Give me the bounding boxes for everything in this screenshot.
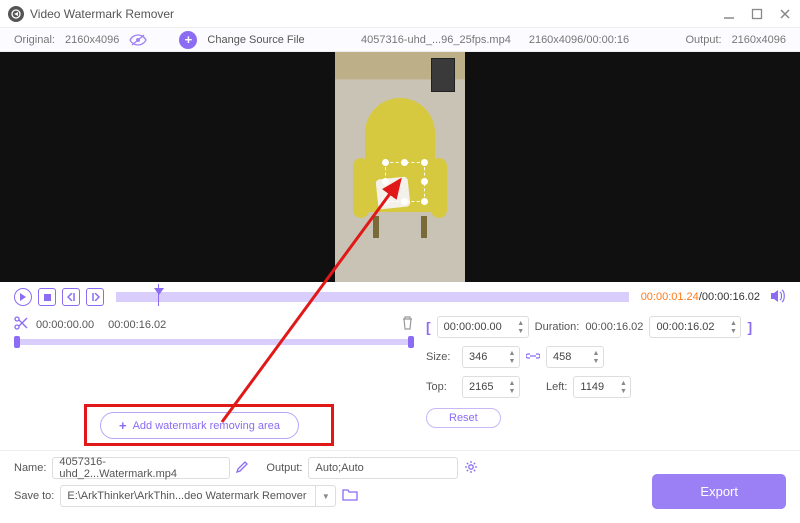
area-end-input[interactable]: ▲▼ (649, 316, 741, 338)
plus-icon: + (119, 418, 127, 433)
app-logo (8, 6, 24, 22)
output-format-field[interactable]: Auto;Auto (308, 457, 458, 479)
original-resolution: 2160x4096 (65, 34, 119, 46)
timeline-scrubber[interactable] (116, 292, 629, 302)
range-end: 00:00:16.02 (108, 319, 166, 331)
output-fmt-label: Output: (266, 462, 302, 474)
app-title: Video Watermark Remover (30, 7, 174, 21)
timecode: 00:00:01.24/00:00:16.02 (641, 291, 760, 303)
size-width-input[interactable]: ▲▼ (462, 346, 520, 368)
saveto-path-field[interactable]: E:\ArkThinker\ArkThin...deo Watermark Re… (60, 485, 316, 507)
name-label: Name: (14, 462, 46, 474)
range-open-bracket-icon[interactable]: [ (426, 319, 431, 335)
step-forward-button[interactable] (86, 288, 104, 306)
maximize-button[interactable] (750, 7, 764, 21)
scissors-icon (14, 316, 28, 333)
top-input[interactable]: ▲▼ (462, 376, 520, 398)
current-time: 00:00:01.24 (641, 291, 699, 303)
volume-icon[interactable] (770, 289, 786, 306)
left-label: Left: (546, 381, 567, 393)
output-settings-icon[interactable] (464, 460, 478, 477)
player-controls: 00:00:01.24/00:00:16.02 (0, 282, 800, 312)
minimize-button[interactable] (722, 7, 736, 21)
export-button[interactable]: Export (652, 474, 786, 509)
watermark-list-pane: 00:00:00.00 00:00:16.02 + Add watermark … (14, 316, 414, 436)
original-label: Original: (14, 34, 55, 46)
info-bar: Original: 2160x4096 + Change Source File… (0, 28, 800, 52)
area-properties-pane: [ ▲▼ Duration:00:00:16.02 ▲▼ ] Size: ▲▼ … (426, 316, 786, 436)
range-handle-left[interactable] (14, 336, 20, 348)
duration-value: 00:00:16.02 (585, 321, 643, 333)
video-frame (335, 52, 465, 282)
saveto-dropdown-icon[interactable]: ▼ (316, 485, 336, 507)
size-height-input[interactable]: ▲▼ (546, 346, 604, 368)
open-folder-icon[interactable] (342, 488, 358, 504)
range-bar[interactable] (14, 339, 414, 345)
add-watermark-area-button[interactable]: + Add watermark removing area (100, 412, 299, 439)
add-area-label: Add watermark removing area (133, 420, 280, 432)
duration-label: Duration: (535, 321, 580, 333)
total-time: 00:00:16.02 (702, 291, 760, 303)
video-preview[interactable] (0, 52, 800, 282)
preview-eye-icon[interactable] (129, 34, 147, 46)
saveto-label: Save to: (14, 490, 54, 502)
range-handle-right[interactable] (408, 336, 414, 348)
source-meta: 2160x4096/00:00:16 (529, 34, 629, 46)
stop-button[interactable] (38, 288, 56, 306)
left-input[interactable]: ▲▼ (573, 376, 631, 398)
change-source-button[interactable]: + (179, 31, 197, 49)
bottom-bar: Name: 4057316-uhd_2...Watermark.mp4 Outp… (14, 444, 786, 513)
top-label: Top: (426, 381, 456, 393)
output-resolution: 2160x4096 (732, 34, 786, 46)
change-source-label[interactable]: Change Source File (207, 34, 304, 46)
range-start: 00:00:00.00 (36, 319, 94, 331)
edit-name-icon[interactable] (236, 461, 248, 476)
delete-area-button[interactable] (401, 316, 414, 333)
size-label: Size: (426, 351, 456, 363)
output-name-field[interactable]: 4057316-uhd_2...Watermark.mp4 (52, 457, 230, 479)
output-label: Output: (685, 34, 721, 46)
link-aspect-icon[interactable] (526, 351, 540, 364)
play-button[interactable] (14, 288, 32, 306)
area-start-input[interactable]: ▲▼ (437, 316, 529, 338)
range-close-bracket-icon[interactable]: ] (747, 319, 752, 335)
step-back-button[interactable] (62, 288, 80, 306)
watermark-selection-box[interactable] (385, 162, 425, 202)
title-bar: Video Watermark Remover (0, 0, 800, 28)
reset-button[interactable]: Reset (426, 408, 501, 428)
close-button[interactable] (778, 7, 792, 21)
source-filename: 4057316-uhd_...96_25fps.mp4 (361, 34, 511, 46)
